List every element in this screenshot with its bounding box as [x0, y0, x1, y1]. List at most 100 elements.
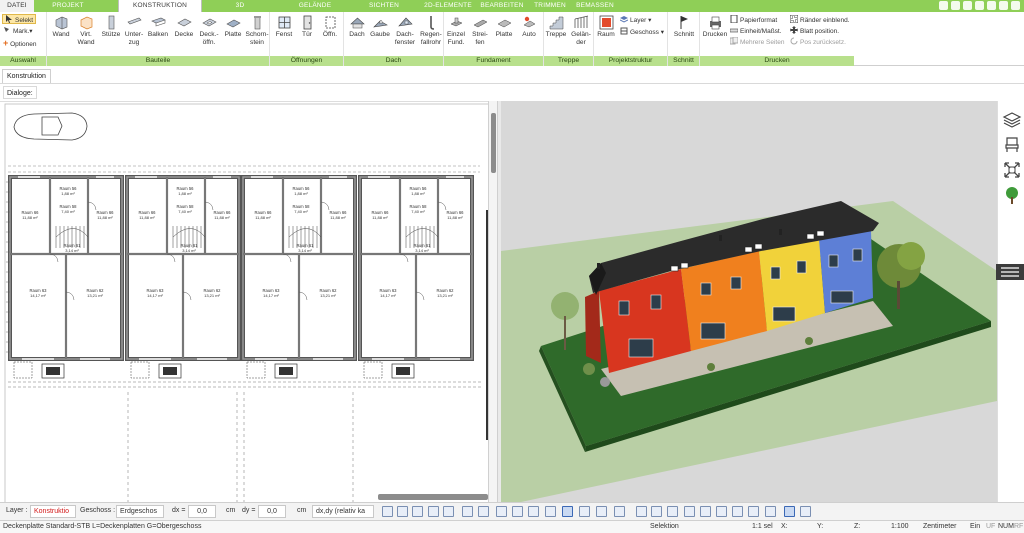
foundation-plate-button[interactable]: Platte	[492, 15, 516, 39]
snap-tool-icon[interactable]	[765, 506, 776, 517]
column-button[interactable]: Stütze	[100, 15, 122, 39]
roof-button[interactable]: Dach	[346, 15, 368, 39]
virtual-wall-button[interactable]: Virt. Wand	[74, 15, 98, 46]
minimize-icon[interactable]	[999, 1, 1008, 10]
tab-sichten[interactable]: SICHTEN	[362, 0, 406, 12]
print-button[interactable]: Drucken	[702, 15, 728, 39]
save-icon[interactable]	[963, 1, 972, 10]
room-icon	[599, 15, 613, 30]
dormer-button[interactable]: Gaube	[368, 15, 392, 39]
tab-gelaende[interactable]: GELÄNDE	[290, 0, 340, 12]
wall-button[interactable]: Wand	[49, 15, 73, 39]
snap-tool-icon[interactable]	[428, 506, 439, 517]
snap-tool-icon[interactable]	[636, 506, 647, 517]
status-x: X:	[781, 523, 788, 530]
unit-scale-button[interactable]: Einheit/Maßst.	[730, 26, 782, 36]
plan-vertical-scrollbar[interactable]	[488, 101, 497, 502]
room-button[interactable]: Raum	[594, 15, 618, 39]
snap-tool-icon[interactable]	[784, 506, 795, 517]
floor-plan-view[interactable]: Raum 66 11,88 m² Raum 56 1,88 m² Raum 58 7,40…	[0, 101, 488, 502]
dy-label: dy =	[242, 507, 256, 514]
snap-tool-icon[interactable]	[684, 506, 695, 517]
snap-tool-icon[interactable]	[667, 506, 678, 517]
railing-button[interactable]: Gelän-der	[568, 15, 594, 46]
paper-format-button[interactable]: Papierformat	[730, 15, 777, 25]
tab-projekt[interactable]: PROJEKT	[42, 0, 94, 12]
storey-dropdown[interactable]: Geschoss ▾	[620, 27, 664, 37]
mark-button[interactable]: Mark.▾	[3, 26, 33, 36]
dx-input[interactable]: 0,0	[188, 505, 216, 518]
snap-tool-icon[interactable]	[412, 506, 423, 517]
door-button[interactable]: Tür	[296, 15, 318, 39]
expand-view-icon[interactable]	[1002, 160, 1022, 180]
auto-foundation-button[interactable]: Auto	[516, 15, 542, 39]
tab-bearbeiten[interactable]: BEARBEITEN	[477, 0, 527, 12]
sheet-position-button[interactable]: Blatt position.	[790, 26, 839, 36]
layers-icon[interactable]	[1002, 109, 1022, 129]
help-icon[interactable]	[987, 1, 996, 10]
snap-tool-icon[interactable]	[732, 506, 743, 517]
plan-scroll-thumb[interactable]	[491, 113, 496, 173]
plan-horizontal-scroll-thumb[interactable]	[378, 494, 488, 500]
snap-tool-icon[interactable]	[748, 506, 759, 517]
3d-view[interactable]	[501, 101, 997, 502]
layer-select[interactable]: Konstruktio	[30, 505, 76, 518]
tab-2d-elemente[interactable]: 2D-ELEMENTE	[418, 0, 478, 12]
opening-button[interactable]: Öffn.	[318, 15, 342, 39]
snap-tool-icon[interactable]	[579, 506, 590, 517]
plate-button[interactable]: Platte	[222, 15, 244, 39]
window-button[interactable]: Fenst	[272, 15, 296, 39]
chimney-button[interactable]: Schorn-stein	[244, 15, 270, 46]
snap-tool-icon[interactable]	[800, 506, 811, 517]
snap-tool-icon[interactable]	[382, 506, 393, 517]
maximize-icon[interactable]	[1011, 1, 1020, 10]
slab-button[interactable]: Decke	[172, 15, 196, 39]
tab-datei[interactable]: DATEI	[0, 0, 34, 12]
dy-input[interactable]: 0,0	[258, 505, 286, 518]
terrace-furniture	[13, 361, 65, 379]
joist-button[interactable]: Unter-zug	[122, 15, 146, 46]
snap-tool-icon[interactable]	[462, 506, 473, 517]
window-icon[interactable]	[975, 1, 984, 10]
multiple-pages-button[interactable]: Mehrere Seiten	[730, 37, 784, 47]
undo-icon[interactable]	[939, 1, 948, 10]
snap-tool-icon[interactable]	[596, 506, 607, 517]
tab-trimmen[interactable]: TRIMMEN	[530, 0, 570, 12]
snap-tool-icon[interactable]	[512, 506, 523, 517]
section-button[interactable]: Schnitt	[670, 15, 698, 39]
tab-bemassen[interactable]: BEMASSEN	[572, 0, 618, 12]
snap-tool-icon[interactable]	[614, 506, 625, 517]
options-button[interactable]: + Optionen	[3, 38, 36, 48]
single-foundation-button[interactable]: Einzel Fund.	[444, 15, 468, 46]
snap-tool-icon[interactable]	[716, 506, 727, 517]
tab-3d[interactable]: 3D	[226, 0, 254, 12]
stairs-button[interactable]: Treppe	[544, 15, 568, 39]
konstruktion-view-tab[interactable]: Konstruktion	[2, 69, 51, 83]
panel-menu-icon[interactable]	[996, 264, 1024, 280]
downpipe-button[interactable]: Regen-fallrohr	[418, 15, 444, 46]
roof-window-button[interactable]: Dach-fenster	[392, 15, 418, 46]
snap-tool-icon[interactable]	[528, 506, 539, 517]
strip-foundation-button[interactable]: Strei-fen	[468, 15, 492, 46]
slab-icon	[176, 18, 192, 27]
snap-tool-icon[interactable]	[651, 506, 662, 517]
snap-tool-icon[interactable]	[545, 506, 556, 517]
storey-select[interactable]: Erdgeschos	[116, 505, 164, 518]
beam-button[interactable]: Balken	[146, 15, 170, 39]
snap-tool-icon[interactable]	[562, 506, 573, 517]
tree-icon[interactable]	[1002, 185, 1022, 205]
select-button[interactable]: Selekt	[2, 14, 37, 24]
reset-position-button[interactable]: Pos zurücksetz.	[790, 37, 846, 47]
snap-tool-icon[interactable]	[478, 506, 489, 517]
snap-tool-icon[interactable]	[397, 506, 408, 517]
snap-tool-icon[interactable]	[496, 506, 507, 517]
redo-icon[interactable]	[951, 1, 960, 10]
snap-tool-icon[interactable]	[700, 506, 711, 517]
slab-opening-button[interactable]: Deck.-öffn.	[196, 15, 222, 46]
show-margins-button[interactable]: Ränder einblend.	[790, 15, 850, 25]
furniture-icon[interactable]	[1002, 134, 1022, 154]
group-drucken: Drucken Papierformat Einheit/Maßst. Mehr…	[700, 12, 854, 66]
snap-tool-icon[interactable]	[443, 506, 454, 517]
layer-dropdown[interactable]: Layer ▾	[620, 15, 651, 25]
coordinate-mode-select[interactable]: dx,dy (relativ ka	[312, 505, 374, 518]
